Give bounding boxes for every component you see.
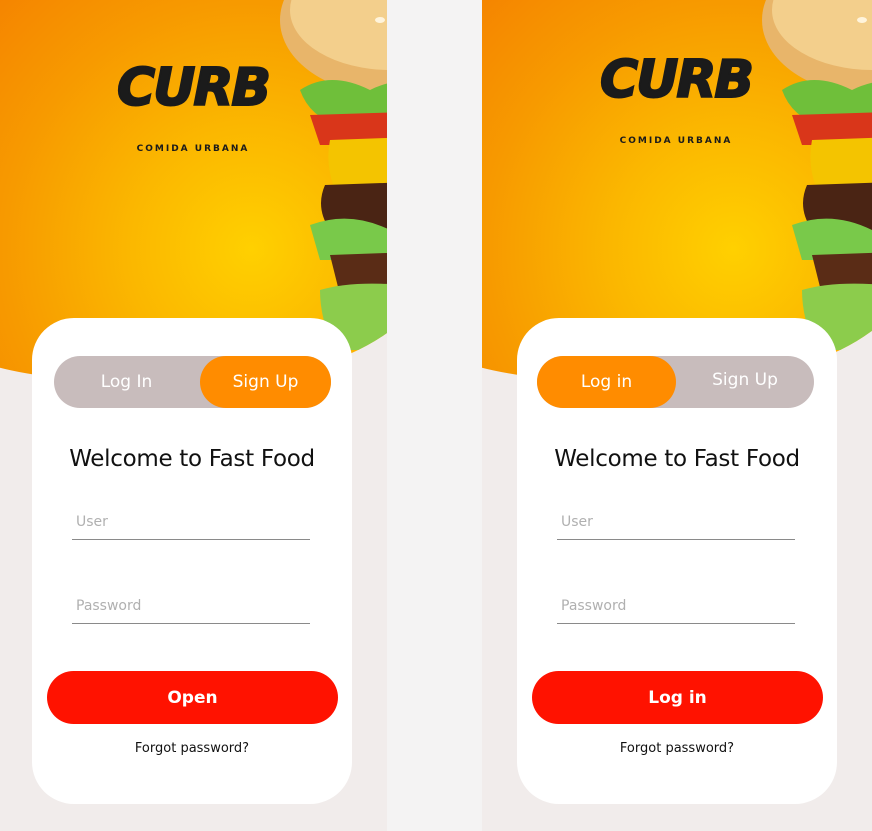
brand-tagline: COMIDA URBANA bbox=[136, 144, 250, 154]
brand-tagline: COMIDA URBANA bbox=[619, 136, 733, 146]
tab-signup[interactable]: Sign Up bbox=[200, 356, 331, 408]
user-field[interactable] bbox=[72, 504, 310, 540]
brand-logo: CURB COMIDA URBANA bbox=[113, 57, 273, 168]
welcome-heading: Welcome to Fast Food bbox=[69, 446, 315, 472]
forgot-password-link[interactable]: Forgot password? bbox=[517, 741, 837, 756]
login-card: Log in Sign Up Welcome to Fast Food Log … bbox=[517, 318, 837, 804]
tab-signup[interactable]: Sign Up bbox=[676, 354, 814, 406]
login-button[interactable]: Log in bbox=[532, 671, 823, 724]
password-field[interactable] bbox=[557, 588, 795, 624]
signup-screen: CURB COMIDA URBANA Log In Sign Up Welcom… bbox=[0, 0, 387, 831]
burger-image bbox=[280, 0, 387, 350]
user-field[interactable] bbox=[557, 504, 795, 540]
tab-login[interactable]: Log in bbox=[537, 356, 676, 408]
tab-login[interactable]: Log In bbox=[54, 356, 199, 408]
brand-logo: CURB COMIDA URBANA bbox=[596, 49, 756, 160]
brand-name: CURB bbox=[599, 49, 755, 111]
open-button[interactable]: Open bbox=[47, 671, 338, 724]
brand-name: CURB bbox=[116, 57, 272, 119]
password-field[interactable] bbox=[72, 588, 310, 624]
login-card: Log In Sign Up Welcome to Fast Food Open… bbox=[32, 318, 352, 804]
forgot-password-link[interactable]: Forgot password? bbox=[32, 741, 352, 756]
welcome-heading: Welcome to Fast Food bbox=[554, 446, 800, 472]
auth-toggle: Log In Sign Up bbox=[54, 356, 331, 408]
login-screen: CURB COMIDA URBANA Log in Sign Up Welcom… bbox=[482, 0, 872, 831]
auth-toggle: Log in Sign Up bbox=[537, 356, 814, 408]
